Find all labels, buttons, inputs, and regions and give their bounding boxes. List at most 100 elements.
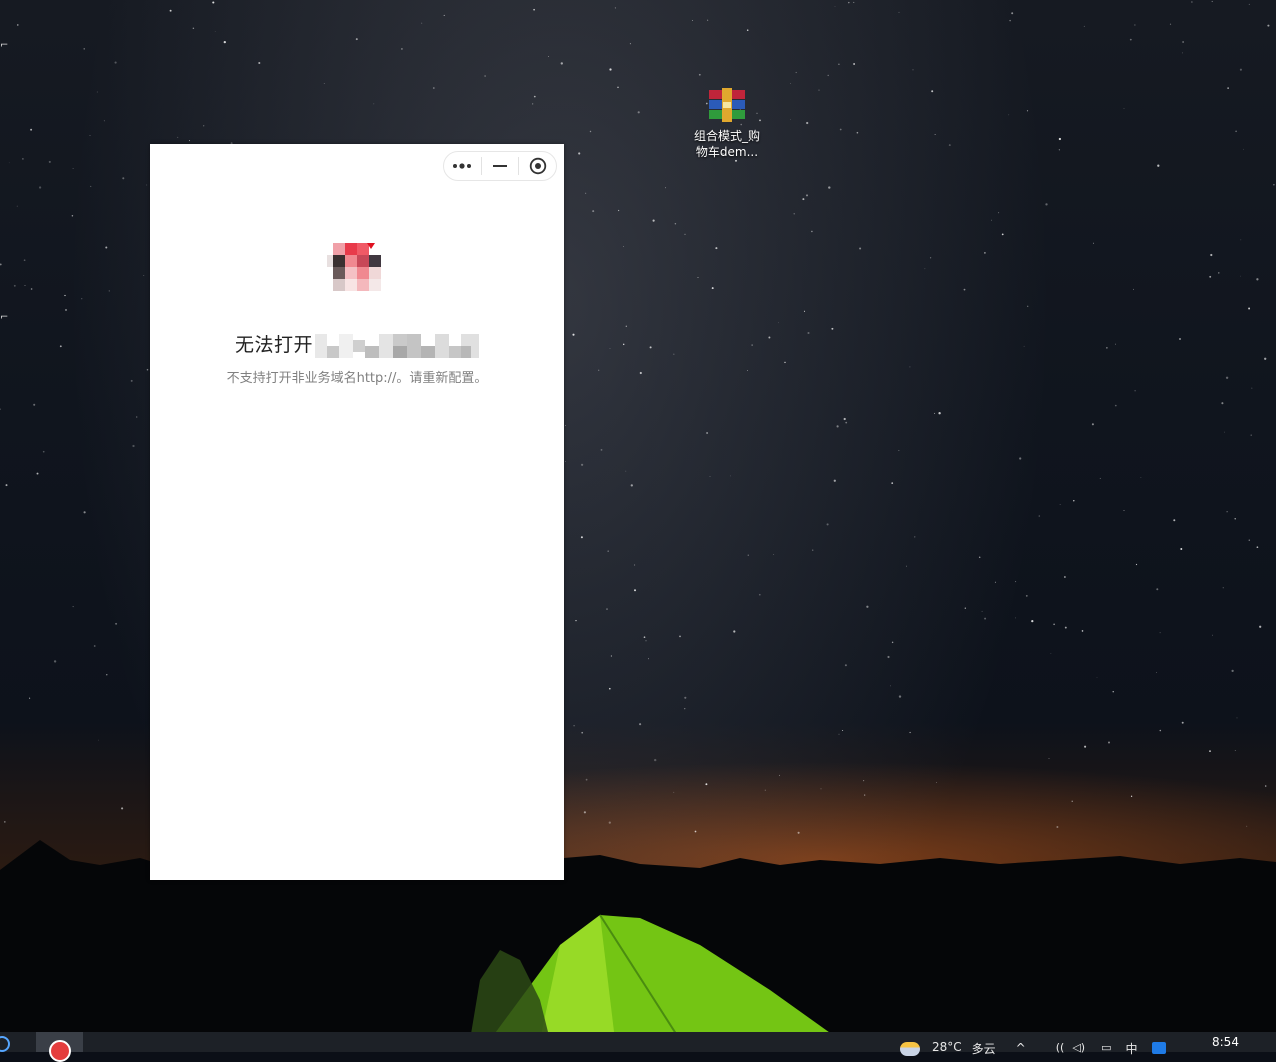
star bbox=[665, 187, 666, 189]
star bbox=[323, 82, 325, 84]
star bbox=[580, 536, 583, 539]
star bbox=[637, 111, 640, 114]
star bbox=[532, 103, 534, 105]
star bbox=[805, 194, 809, 197]
minimize-button[interactable] bbox=[482, 152, 519, 180]
star bbox=[1114, 404, 1117, 407]
star bbox=[1222, 587, 1224, 589]
star bbox=[22, 158, 24, 160]
volume-icon[interactable]: ◁) bbox=[1072, 1041, 1085, 1054]
system-tray: 28°C 多云 ^ (( ◁) ▭ 中 bbox=[900, 1032, 1166, 1056]
star bbox=[831, 327, 834, 330]
target-close-icon bbox=[529, 157, 546, 175]
star bbox=[1209, 275, 1212, 278]
star bbox=[1091, 423, 1094, 426]
star bbox=[1226, 511, 1228, 513]
star bbox=[608, 821, 611, 824]
star bbox=[1008, 114, 1010, 116]
edge-glyph-top: ⌐ bbox=[0, 40, 9, 51]
network-icon[interactable]: (( bbox=[1056, 1041, 1065, 1054]
star bbox=[1250, 434, 1252, 436]
star bbox=[533, 8, 535, 11]
weather-desc[interactable]: 多云 bbox=[972, 1040, 996, 1057]
star bbox=[17, 24, 19, 26]
star bbox=[585, 192, 587, 194]
star bbox=[684, 708, 686, 710]
star bbox=[0, 408, 1, 410]
star bbox=[1248, 539, 1251, 541]
star bbox=[53, 660, 57, 663]
star bbox=[909, 731, 911, 734]
star bbox=[29, 697, 31, 699]
ime-indicator[interactable]: 中 bbox=[1126, 1040, 1138, 1057]
star bbox=[617, 209, 620, 212]
star bbox=[833, 479, 836, 482]
star bbox=[177, 136, 179, 138]
star bbox=[795, 71, 797, 74]
star bbox=[121, 807, 124, 810]
star bbox=[1234, 518, 1236, 520]
more-button[interactable] bbox=[444, 152, 481, 180]
star bbox=[622, 343, 625, 346]
star bbox=[105, 246, 108, 249]
star bbox=[1212, 634, 1213, 636]
star bbox=[1112, 691, 1114, 693]
star bbox=[580, 463, 584, 466]
star bbox=[706, 432, 709, 434]
star bbox=[432, 87, 435, 89]
star bbox=[1240, 239, 1242, 241]
star bbox=[891, 641, 894, 644]
search-icon[interactable] bbox=[0, 1036, 10, 1052]
star bbox=[1056, 826, 1059, 828]
star bbox=[1064, 626, 1067, 629]
star bbox=[790, 119, 791, 121]
star bbox=[998, 212, 1000, 214]
desktop-icon-archive[interactable]: 组合模式_购 物车dem... bbox=[688, 88, 766, 160]
star bbox=[948, 144, 951, 147]
taskbar-app-button[interactable] bbox=[36, 1032, 83, 1062]
star bbox=[1059, 504, 1061, 506]
star bbox=[859, 247, 862, 250]
star bbox=[132, 444, 135, 448]
star bbox=[890, 685, 891, 687]
star bbox=[548, 56, 549, 57]
star bbox=[36, 472, 39, 475]
battery-icon[interactable]: ▭ bbox=[1101, 1041, 1111, 1054]
star bbox=[838, 733, 840, 735]
star bbox=[1209, 750, 1211, 752]
star bbox=[898, 695, 902, 698]
star bbox=[834, 6, 836, 7]
star bbox=[630, 484, 633, 487]
star bbox=[674, 222, 677, 225]
star bbox=[1159, 632, 1161, 634]
star bbox=[806, 121, 809, 125]
star bbox=[65, 309, 67, 311]
weather-icon[interactable] bbox=[900, 1042, 920, 1056]
star bbox=[223, 40, 226, 44]
star bbox=[779, 774, 780, 776]
redacted-mosaic bbox=[315, 333, 479, 358]
star bbox=[188, 140, 191, 142]
star bbox=[192, 27, 195, 30]
star bbox=[16, 205, 18, 207]
star bbox=[560, 62, 563, 65]
star bbox=[23, 259, 26, 262]
star bbox=[1231, 669, 1234, 673]
star bbox=[169, 9, 172, 12]
close-button[interactable] bbox=[519, 152, 556, 180]
qq-tray-icon[interactable] bbox=[1151, 1042, 1166, 1054]
star bbox=[214, 31, 216, 32]
star bbox=[115, 622, 118, 625]
star bbox=[984, 617, 987, 620]
tray-overflow-chevron-icon[interactable]: ^ bbox=[1016, 1041, 1026, 1055]
star bbox=[853, 1, 855, 3]
star bbox=[1259, 625, 1262, 628]
star bbox=[709, 475, 711, 477]
star bbox=[1178, 337, 1182, 341]
star bbox=[898, 11, 900, 13]
clock-time[interactable]: 8:54 bbox=[1212, 1035, 1239, 1049]
star bbox=[575, 620, 577, 622]
star bbox=[909, 366, 911, 368]
star bbox=[1099, 477, 1101, 479]
star bbox=[64, 294, 66, 297]
